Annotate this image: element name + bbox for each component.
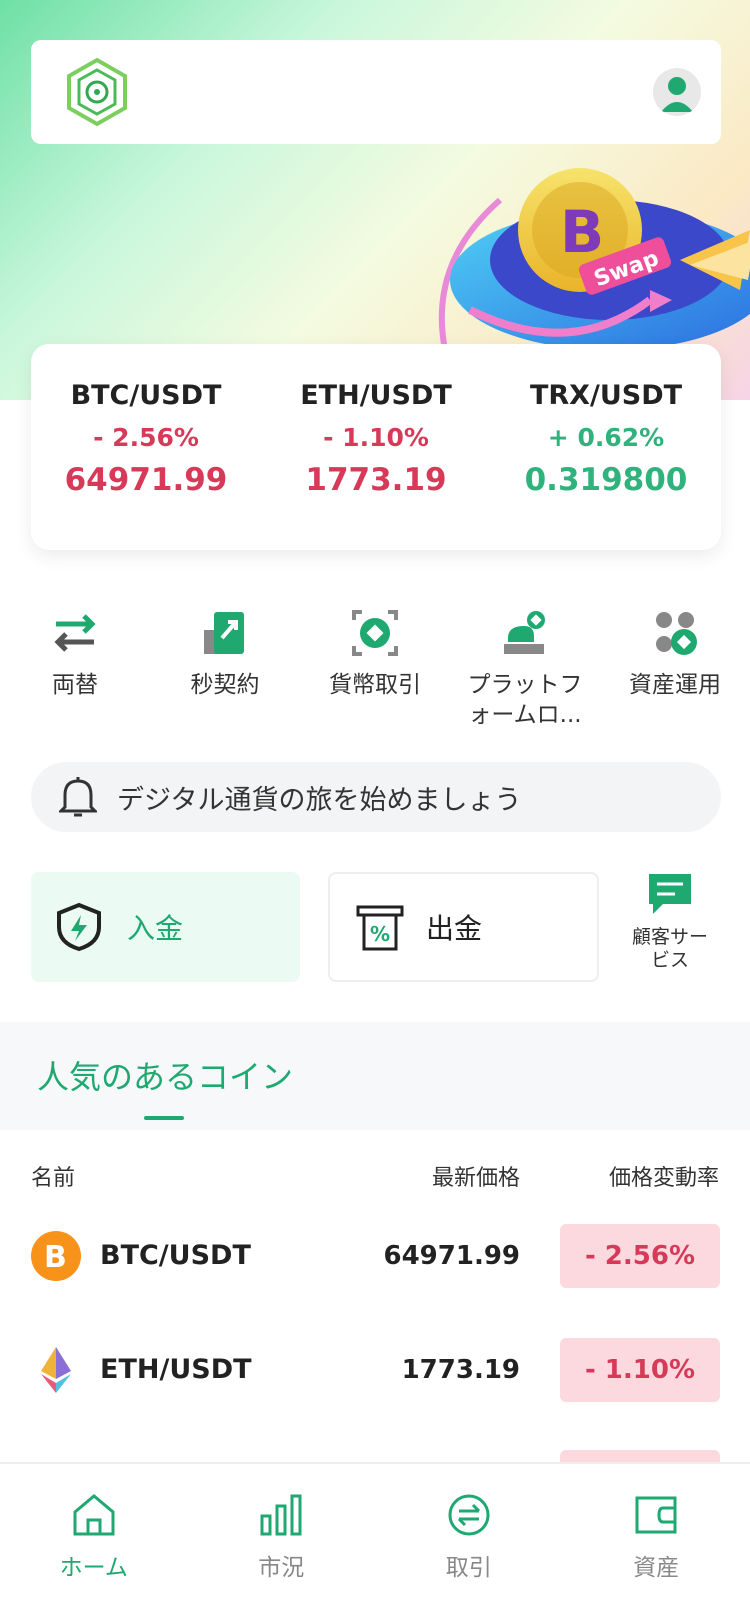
menu-label: 資産運用 xyxy=(629,672,721,698)
svg-text:B: B xyxy=(44,1240,67,1275)
coin-change-badge xyxy=(560,1450,720,1462)
deposit-button[interactable]: 入金 xyxy=(31,872,300,982)
ticker-pair: TRX/USDT xyxy=(529,380,683,411)
coin-name: ETH/USDT xyxy=(100,1354,252,1385)
withdraw-label: 出金 xyxy=(426,912,483,945)
bitcoin-icon: B xyxy=(31,1231,81,1281)
ticker-change: - 1.10% xyxy=(323,423,429,452)
ticker-trx[interactable]: TRX/USDT + 0.62% 0.319800 xyxy=(496,380,716,498)
ticker-change: + 0.62% xyxy=(547,423,665,452)
coin-price: 1773.19 xyxy=(401,1355,520,1385)
menu-label: 両替 xyxy=(52,672,98,698)
hexagon-logo-icon xyxy=(67,57,127,127)
ticker-price: 1773.19 xyxy=(305,462,447,498)
column-name: 名前 xyxy=(31,1166,76,1191)
menu-item-platform[interactable]: プラットフ ォームロ... xyxy=(450,608,600,728)
ticker-btc[interactable]: BTC/USDT - 2.56% 64971.99 xyxy=(36,380,256,498)
menu-item-currency-trade[interactable]: 貨幣取引 xyxy=(300,608,450,728)
coin-change-badge: - 2.56% xyxy=(560,1224,720,1288)
nav-home[interactable]: ホーム xyxy=(19,1492,169,1624)
tab-indicator xyxy=(144,1116,184,1120)
asset-management-icon xyxy=(656,612,697,655)
bar-chart-icon xyxy=(260,1494,302,1536)
ticker-pair: ETH/USDT xyxy=(300,380,452,411)
ticker-pair: BTC/USDT xyxy=(70,380,222,411)
notice-text: デジタル通貨の旅を始めましょう xyxy=(117,784,522,816)
user-avatar-icon[interactable] xyxy=(653,68,701,116)
bell-icon xyxy=(59,777,97,817)
platform-icon xyxy=(504,611,545,654)
svg-text:%: % xyxy=(370,922,390,946)
menu-item-contract[interactable]: 秒契約 xyxy=(150,608,300,728)
table-row-partial xyxy=(0,1448,750,1462)
top-bar xyxy=(31,40,721,144)
nav-label: 市況 xyxy=(258,1555,305,1581)
nav-label: 資産 xyxy=(633,1555,680,1581)
coin-name: BTC/USDT xyxy=(100,1240,251,1271)
trade-icon xyxy=(448,1494,490,1536)
nav-label: ホーム xyxy=(59,1555,128,1581)
withdraw-receipt-icon: % xyxy=(356,905,404,951)
customer-service-button[interactable]: 顧客サー ビス xyxy=(620,870,720,972)
shield-bolt-icon xyxy=(57,902,101,952)
menu-label: プラットフ ォームロ... xyxy=(467,672,583,728)
chat-bubble-icon xyxy=(649,874,691,914)
column-price: 最新価格 xyxy=(431,1166,520,1191)
nav-trade[interactable]: 取引 xyxy=(394,1492,544,1624)
coin-price: 64971.99 xyxy=(383,1241,520,1271)
svg-text:B: B xyxy=(560,198,604,266)
ethereum-icon xyxy=(41,1347,71,1393)
popular-coins-header: 人気のあるコイン xyxy=(0,1022,750,1130)
menu-label: 秒契約 xyxy=(190,672,260,698)
menu-label: 貨幣取引 xyxy=(329,672,421,698)
nav-market[interactable]: 市況 xyxy=(206,1492,356,1624)
table-header: 名前 最新価格 価格変動率 xyxy=(0,1160,750,1191)
exchange-arrows-icon xyxy=(54,614,96,652)
coin-change-badge: - 1.10% xyxy=(560,1338,720,1402)
table-row[interactable]: B BTC/USDT 64971.99 - 2.56% xyxy=(0,1216,750,1296)
notice-bar[interactable]: デジタル通貨の旅を始めましょう xyxy=(31,762,721,832)
hero-banner[interactable]: B Swap xyxy=(0,0,750,400)
wallet-icon xyxy=(635,1496,677,1534)
menu-item-exchange[interactable]: 両替 xyxy=(0,608,150,728)
bottom-navigation: ホーム 市況 取引 資産 xyxy=(0,1462,750,1624)
ticker-price: 0.319800 xyxy=(524,462,688,498)
quick-menu: 両替 秒契約 貨幣取引 プラットフ ォームロ... 資産運用 xyxy=(0,608,750,728)
ticker-price: 64971.99 xyxy=(64,462,228,498)
nav-assets[interactable]: 資産 xyxy=(581,1492,731,1624)
deposit-label: 入金 xyxy=(127,912,184,945)
customer-service-label: 顧客サー ビス xyxy=(631,926,708,971)
ticker-change: - 2.56% xyxy=(93,423,199,452)
tab-popular-coins[interactable]: 人気のあるコイン xyxy=(37,1052,293,1098)
currency-trade-icon xyxy=(352,610,398,656)
market-ticker-card: BTC/USDT - 2.56% 64971.99 ETH/USDT - 1.1… xyxy=(31,344,721,550)
home-icon xyxy=(73,1494,115,1536)
ticker-eth[interactable]: ETH/USDT - 1.10% 1773.19 xyxy=(266,380,486,498)
nav-label: 取引 xyxy=(445,1555,492,1581)
menu-item-asset-management[interactable]: 資産運用 xyxy=(600,608,750,728)
column-change: 価格変動率 xyxy=(608,1166,719,1191)
withdraw-button[interactable]: % 出金 xyxy=(328,872,599,982)
table-row[interactable]: ETH/USDT 1773.19 - 1.10% xyxy=(0,1330,750,1410)
contract-icon xyxy=(204,612,244,654)
